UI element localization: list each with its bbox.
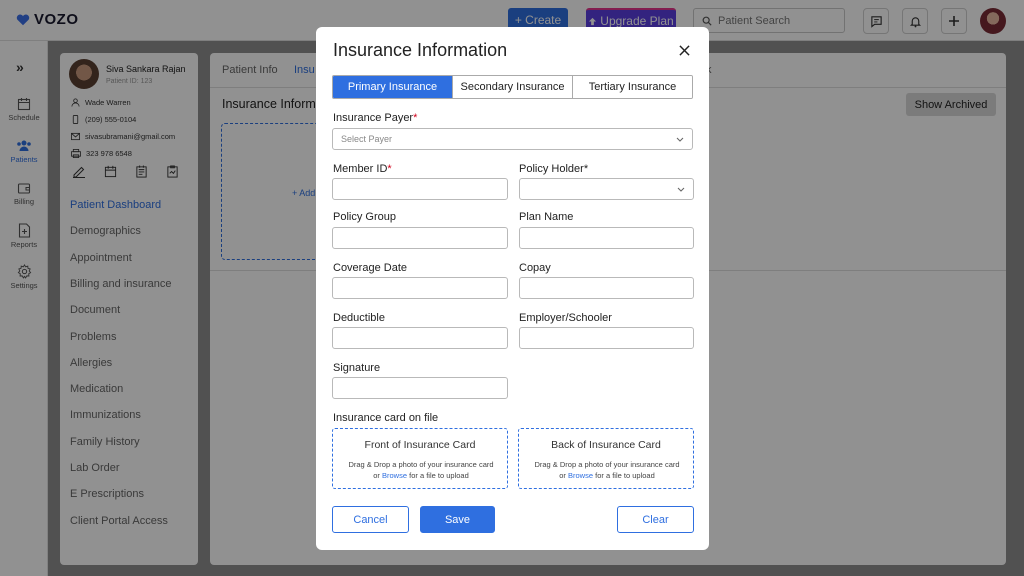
- chevron-down-icon: [677, 187, 685, 192]
- chevron-down-icon: [676, 137, 684, 142]
- plan-name-label: Plan Name: [519, 211, 574, 223]
- clear-button[interactable]: Clear: [617, 506, 694, 533]
- back-card-desc: Drag & Drop a photo of your insurance ca…: [534, 460, 680, 480]
- signature-input[interactable]: [332, 377, 508, 399]
- insurance-modal: Insurance Information Primary Insurance …: [316, 27, 709, 550]
- front-card-desc: Drag & Drop a photo of your insurance ca…: [348, 460, 494, 480]
- member-id-label: Member ID*: [333, 163, 392, 175]
- copay-label: Copay: [519, 262, 551, 274]
- close-button[interactable]: [676, 42, 692, 58]
- save-button[interactable]: Save: [420, 506, 495, 533]
- coverage-date-label: Coverage Date: [333, 262, 407, 274]
- cancel-button[interactable]: Cancel: [332, 506, 409, 533]
- policy-group-label: Policy Group: [333, 211, 396, 223]
- insurance-tabs: Primary Insurance Secondary Insurance Te…: [332, 75, 693, 99]
- member-id-input[interactable]: [332, 178, 508, 200]
- tab-secondary-insurance[interactable]: Secondary Insurance: [453, 76, 573, 98]
- tab-primary-insurance[interactable]: Primary Insurance: [333, 76, 453, 98]
- front-card-title: Front of Insurance Card: [364, 439, 476, 451]
- front-card-browse-link[interactable]: Browse: [382, 471, 407, 480]
- close-icon: [678, 44, 690, 56]
- back-card-browse-link[interactable]: Browse: [568, 471, 593, 480]
- modal-title: Insurance Information: [333, 40, 508, 60]
- deductible-input[interactable]: [332, 327, 508, 349]
- back-card-title: Back of Insurance Card: [551, 439, 661, 451]
- insurance-payer-select[interactable]: Select Payer: [332, 128, 693, 150]
- signature-label: Signature: [333, 362, 381, 374]
- coverage-date-input[interactable]: [332, 277, 508, 299]
- plan-name-input[interactable]: [519, 227, 694, 249]
- insurance-card-label: Insurance card on file: [333, 412, 439, 424]
- policy-group-input[interactable]: [332, 227, 508, 249]
- insurance-payer-placeholder: Select Payer: [341, 134, 393, 144]
- front-card-dropzone[interactable]: Front of Insurance Card Drag & Drop a ph…: [332, 428, 508, 489]
- copay-input[interactable]: [519, 277, 694, 299]
- policy-holder-label: Policy Holder*: [519, 163, 589, 175]
- tab-tertiary-insurance[interactable]: Tertiary Insurance: [573, 76, 692, 98]
- insurance-payer-label: Insurance Payer*: [333, 112, 418, 124]
- employer-label: Employer/Schooler: [519, 312, 612, 324]
- policy-holder-select[interactable]: [519, 178, 694, 200]
- back-card-dropzone[interactable]: Back of Insurance Card Drag & Drop a pho…: [518, 428, 694, 489]
- deductible-label: Deductible: [333, 312, 385, 324]
- employer-input[interactable]: [519, 327, 694, 349]
